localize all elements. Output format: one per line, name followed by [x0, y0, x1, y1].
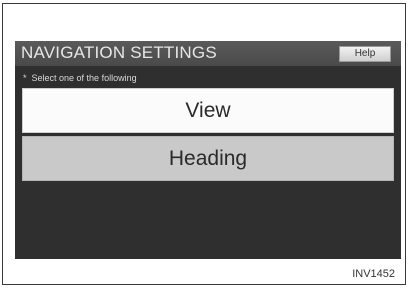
- prompt: * Select one of the following: [23, 71, 137, 85]
- figure-code: INV1452: [352, 268, 395, 280]
- figure-frame: NAVIGATION SETTINGS Help * Select one of …: [2, 3, 406, 285]
- display-screen: NAVIGATION SETTINGS Help * Select one of …: [15, 41, 401, 259]
- heading-option-button[interactable]: Heading: [22, 136, 394, 181]
- prompt-text: Select one of the following: [31, 73, 137, 83]
- title-bar: NAVIGATION SETTINGS Help: [15, 41, 401, 66]
- help-button[interactable]: Help: [339, 46, 391, 62]
- prompt-bullet: *: [23, 73, 27, 83]
- screen-title: NAVIGATION SETTINGS: [21, 43, 217, 62]
- view-option-button[interactable]: View: [22, 88, 394, 133]
